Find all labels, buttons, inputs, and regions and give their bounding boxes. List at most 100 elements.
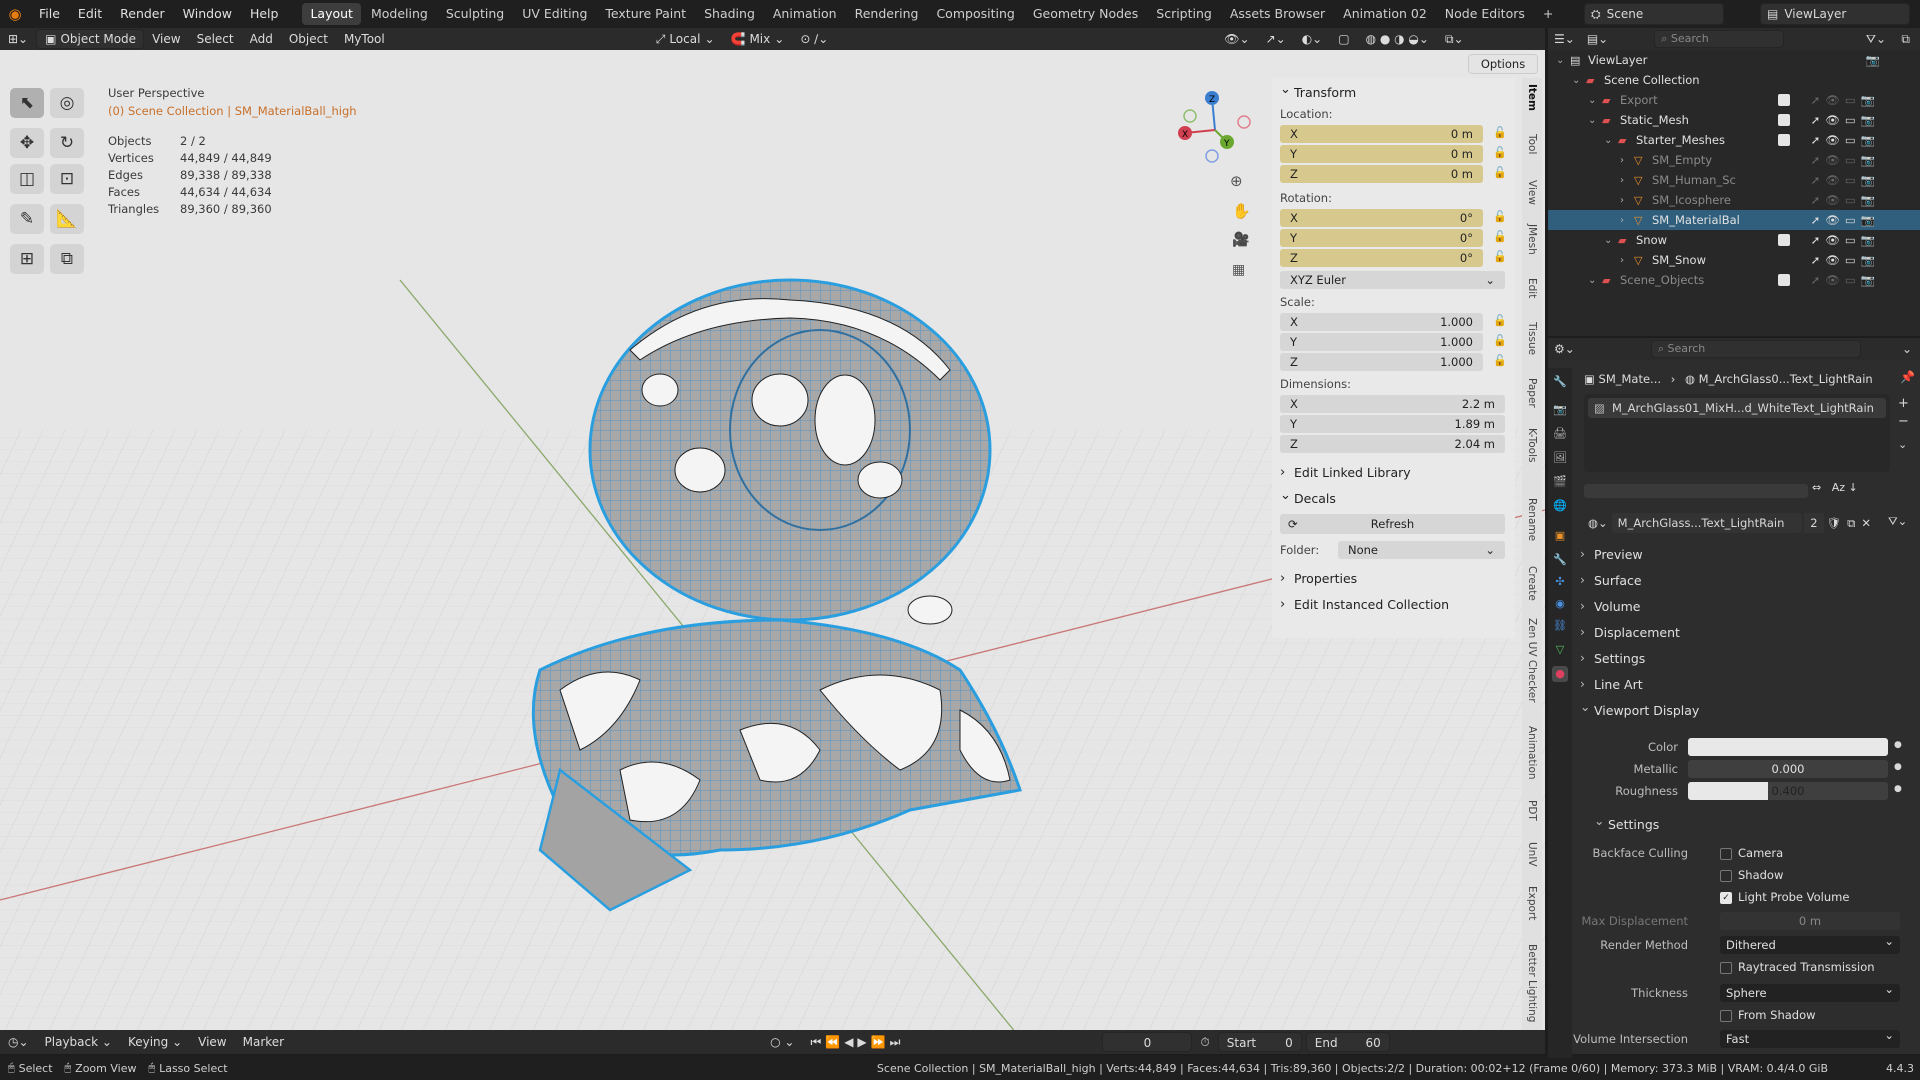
tab-assets-browser[interactable]: Assets Browser [1222, 3, 1333, 25]
tab-better-lighting[interactable]: Better Lighting [1526, 944, 1538, 1022]
move-tool-icon[interactable]: ✥ [10, 128, 44, 158]
annotate-tool-icon[interactable]: ✎ [10, 204, 44, 234]
menu-object[interactable]: Object [281, 29, 336, 49]
measure-tool-icon[interactable]: 📐 [50, 204, 84, 234]
disclosure-triangle-icon[interactable]: › [1620, 215, 1624, 226]
outliner-row[interactable]: ⌄ ▰ Starter_Meshes ➚👁▭📷 [1548, 130, 1920, 150]
outliner-row[interactable]: ⌄ ▰ Static_Mesh ➚👁▭📷 [1548, 110, 1920, 130]
lock-icon[interactable]: 🔓 [1493, 314, 1507, 328]
material-sphere-icon[interactable]: ◍⌄ [1584, 516, 1612, 530]
world-tab-icon[interactable]: 🌐 [1552, 498, 1568, 514]
from-shadow-checkbox[interactable] [1720, 1010, 1732, 1022]
exclude-checkbox[interactable] [1778, 234, 1790, 246]
menu-window[interactable]: Window [174, 0, 241, 28]
snap-dropdown[interactable]: 🧲 Mix ⌄ [723, 29, 793, 49]
location-y-field[interactable]: Y0 m [1280, 145, 1483, 163]
outliner-row[interactable]: › ▽ SM_MaterialBal ➚👁▭📷 [1548, 210, 1920, 230]
tab-layout[interactable]: Layout [302, 3, 361, 25]
tab-animation[interactable]: Animation [1526, 726, 1538, 780]
keying-menu[interactable]: Keying ⌄ [120, 1032, 190, 1052]
roughness-slider[interactable]: 0.400 [1688, 782, 1888, 800]
keyframe-dot-icon[interactable]: ● [1894, 740, 1902, 750]
outliner-row[interactable]: ⌄ ▤ ViewLayer 📷 [1548, 50, 1920, 70]
visibility-toggles[interactable]: ➚👁▭📷 [1811, 233, 1880, 247]
pin-icon[interactable]: 📌 [1900, 370, 1915, 384]
lock-icon[interactable]: 🔓 [1493, 334, 1507, 348]
lock-icon[interactable]: 🔓 [1493, 126, 1507, 140]
unlink-material-icon[interactable]: ✕ [1858, 516, 1874, 530]
location-x-field[interactable]: X0 m [1280, 125, 1483, 143]
stopwatch-icon[interactable]: ⏱ [1192, 1032, 1217, 1052]
orientation-dropdown[interactable]: ⤢ Local ⌄ [648, 29, 723, 49]
lock-icon[interactable]: 🔓 [1493, 146, 1507, 160]
thickness-dropdown[interactable]: Sphere [1720, 980, 1900, 1002]
disclosure-triangle-icon[interactable]: ⌄ [1588, 275, 1596, 286]
preview-section[interactable]: Preview [1574, 541, 1914, 568]
add-object-tool-icon[interactable]: ⧉ [50, 244, 84, 274]
timeline-editor-icon[interactable]: ◷⌄ [0, 1032, 37, 1052]
tab-paper[interactable]: Paper [1526, 378, 1538, 408]
select-box-tool-icon[interactable]: ⬉ [10, 88, 44, 118]
tab-pdt[interactable]: PDT [1526, 800, 1538, 821]
tab-item[interactable]: Item [1526, 84, 1538, 111]
camera-icon[interactable]: 📷 [1866, 53, 1880, 67]
disclosure-triangle-icon[interactable]: › [1620, 255, 1624, 266]
outliner-row[interactable]: › ▽ SM_Empty ➚👁▭📷 [1548, 150, 1920, 170]
add-workspace-button[interactable]: + [1535, 3, 1561, 25]
visibility-toggles[interactable]: ➚👁▭📷 [1811, 153, 1880, 167]
pan-hand-icon[interactable]: ✋ [1232, 202, 1251, 220]
view-layer-selector[interactable]: ▤ ViewLayer [1760, 3, 1910, 25]
particles-tab-icon[interactable]: ✣ [1552, 574, 1568, 590]
folder-dropdown[interactable]: None ⌄ [1338, 541, 1505, 559]
outliner-row[interactable]: ⌄ ▰ Snow ➚👁▭📷 [1548, 230, 1920, 250]
rotation-z-field[interactable]: Z 0° [1280, 249, 1483, 267]
scale-y-field[interactable]: Y 1.000 [1280, 333, 1483, 351]
editor-type-icon[interactable]: ⊞⌄ [0, 29, 36, 49]
visibility-toggles[interactable]: ➚👁▭📷 [1811, 113, 1880, 127]
new-collection-icon[interactable]: ⧉ [1901, 32, 1910, 47]
zoom-icon[interactable]: ⊕ [1230, 172, 1243, 190]
displacement-section[interactable]: Displacement [1574, 619, 1914, 646]
tab-node-editors[interactable]: Node Editors [1437, 3, 1533, 25]
tab-edit[interactable]: Edit [1526, 278, 1538, 298]
properties-panel-header[interactable]: Properties [1272, 568, 1515, 590]
overlay-toggle-icon[interactable]: ◐⌄ [1294, 29, 1331, 49]
location-z-field[interactable]: Z0 m [1280, 165, 1483, 183]
outliner-row[interactable]: › ▽ SM_Snow ➚👁▭📷 [1548, 250, 1920, 270]
render-tab-icon[interactable]: 📷 [1552, 402, 1568, 418]
tab-uv-editing[interactable]: UV Editing [514, 3, 595, 25]
ortho-grid-icon[interactable]: ▦ [1232, 262, 1245, 278]
visibility-toggles[interactable]: ➚👁▭📷 [1811, 253, 1880, 267]
disclosure-triangle-icon[interactable]: ⌄ [1572, 75, 1580, 86]
properties-search-input[interactable]: ⌕ Search [1650, 340, 1861, 358]
fake-user-shield-icon[interactable]: 🛡 [1824, 516, 1845, 530]
material-users-count[interactable]: 2 [1804, 513, 1824, 533]
tab-animation[interactable]: Animation [765, 3, 845, 25]
scene-selector[interactable]: ⛭ Scene [1584, 3, 1724, 25]
settings-section[interactable]: Settings [1574, 645, 1914, 672]
visibility-toggles[interactable]: ➚👁▭📷 [1811, 273, 1880, 287]
options-dropdown[interactable]: Options [1468, 54, 1538, 74]
color-swatch[interactable] [1688, 738, 1888, 756]
visibility-toggles[interactable]: ➚👁▭📷 [1811, 93, 1880, 107]
disclosure-triangle-icon[interactable]: ⌄ [1556, 55, 1564, 66]
tab-k-tools[interactable]: K-Tools [1526, 428, 1538, 462]
visibility-toggles[interactable]: ➚👁▭📷 [1811, 193, 1880, 207]
autokey-icon[interactable]: ○ ⌄ [762, 1032, 802, 1052]
edit-linked-library-panel[interactable]: Edit Linked Library [1272, 462, 1515, 484]
visibility-toggles[interactable]: ➚👁▭📷 [1811, 173, 1880, 187]
modifier-tab-icon[interactable]: 🔧 [1552, 552, 1568, 568]
tab-zen-uv-checker[interactable]: Zen UV Checker [1526, 618, 1538, 703]
rotation-mode-dropdown[interactable]: XYZ Euler ⌄ [1280, 271, 1505, 289]
duplicate-material-icon[interactable]: ⧉ [1844, 516, 1858, 531]
volume-section[interactable]: Volume [1574, 593, 1914, 620]
physics-tab-icon[interactable]: ◉ [1552, 596, 1568, 612]
light-probe-checkbox[interactable]: ✓ [1720, 892, 1732, 904]
viewport-settings-subsection[interactable]: Settings [1588, 808, 1914, 838]
disclosure-triangle-icon[interactable]: ⌄ [1604, 235, 1612, 246]
proportional-edit-icon[interactable]: ⊙ ∕⌄ [792, 29, 836, 49]
outliner-search-input[interactable]: ⌕ Search [1654, 30, 1785, 48]
raytraced-transmission-checkbox[interactable] [1720, 962, 1732, 974]
lock-icon[interactable]: 🔓 [1493, 166, 1507, 180]
transform-panel-header[interactable]: Transform [1272, 79, 1515, 104]
